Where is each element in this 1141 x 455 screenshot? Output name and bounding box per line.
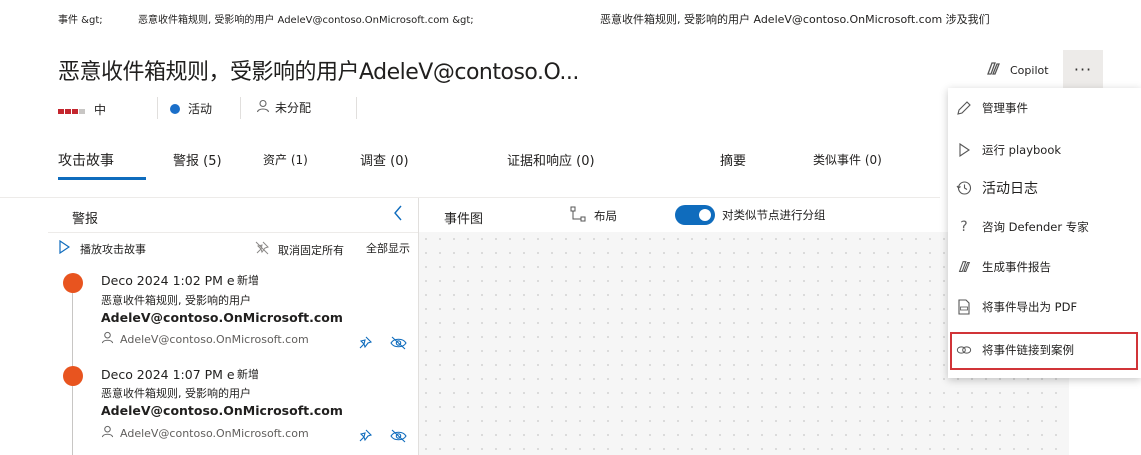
chevron-left-icon: [392, 205, 404, 226]
unpin-all-button[interactable]: 取消固定所有: [254, 240, 344, 259]
tab-similar-incidents[interactable]: 类似事件 (0): [813, 151, 882, 168]
group-similar-label: 对类似节点进行分组: [722, 208, 826, 222]
alert-severity-dot: [63, 366, 83, 386]
tab-evidence-response[interactable]: 证据和响应 (0): [507, 150, 595, 169]
hide-alert-button[interactable]: [390, 428, 407, 448]
more-icon: ···: [1073, 59, 1093, 79]
menu-item-activity-log[interactable]: 活动日志: [956, 178, 1038, 198]
play-attack-story-button[interactable]: 播放攻击故事: [58, 239, 146, 257]
pin-alert-button[interactable]: [357, 428, 373, 448]
copilot-icon: [956, 259, 972, 275]
severity-bars-icon: [58, 103, 86, 117]
group-similar-toggle[interactable]: 对类似节点进行分组: [675, 205, 826, 225]
tab-summary[interactable]: 摘要: [720, 150, 746, 169]
status-dot-icon: [170, 103, 180, 114]
page-title: 恶意收件箱规则，受影响的用户AdeleV@contoso.O...: [58, 60, 579, 85]
copilot-icon: [984, 60, 1002, 81]
divider: [356, 97, 357, 119]
copilot-label: Copilot: [1010, 64, 1049, 77]
active-tab-underline: [58, 177, 146, 180]
layout-button[interactable]: 布局: [570, 206, 617, 225]
tab-assets[interactable]: 资产 (1): [263, 151, 308, 168]
assigned-label: 未分配: [275, 101, 312, 115]
pin-icon: [357, 336, 373, 355]
menu-item-ask-defender-experts[interactable]: ? 咨询 Defender 专家: [956, 219, 1089, 235]
status-indicator[interactable]: 活动: [170, 100, 212, 117]
more-actions-button[interactable]: ···: [1063, 50, 1103, 88]
alert-user-label: AdeleV@contoso.OnMicrosoft.com: [120, 426, 309, 440]
severity-indicator: 中: [58, 101, 106, 118]
play-icon: [58, 239, 71, 257]
tab-alerts[interactable]: 警报 (5): [173, 150, 222, 169]
divider: [240, 97, 241, 119]
tab-investigations[interactable]: 调查 (0): [360, 150, 409, 169]
highlight-box: [950, 332, 1138, 370]
alert-user-label: AdeleV@contoso.OnMicrosoft.com: [120, 332, 309, 346]
menu-item-label: 运行 playbook: [982, 143, 1062, 157]
question-icon: ?: [960, 219, 968, 235]
status-label: 活动: [188, 102, 213, 116]
alerts-panel-title: 警报: [72, 212, 99, 227]
show-all-button[interactable]: 全部显示: [366, 240, 410, 256]
severity-label: 中: [94, 103, 107, 117]
copilot-button[interactable]: Copilot: [984, 60, 1049, 81]
collapse-panel-button[interactable]: [392, 204, 404, 226]
play-icon: [956, 142, 972, 158]
menu-item-label: 咨询 Defender 专家: [982, 220, 1089, 234]
breadcrumb-incidents[interactable]: 事件 &gt;: [58, 11, 103, 26]
alert-user: AdeleV@contoso.OnMicrosoft.com: [101, 425, 309, 441]
unpin-icon: [254, 240, 270, 259]
alert-title[interactable]: 恶意收件箱规则, 受影响的用户: [101, 385, 251, 401]
alert-time: Deco 2024 1:07 PM e: [101, 367, 235, 382]
layout-label: 布局: [594, 208, 617, 223]
eye-off-icon: [390, 429, 407, 448]
alert-severity-dot: [63, 273, 83, 293]
alert-status: 新增: [237, 368, 259, 381]
alert-subject[interactable]: AdeleV@contoso.OnMicrosoft.com: [101, 310, 343, 325]
alert-time: Deco 2024 1:02 PM e: [101, 273, 235, 288]
alert-subject[interactable]: AdeleV@contoso.OnMicrosoft.com: [101, 403, 343, 418]
tab-attack-story[interactable]: 攻击故事: [58, 150, 114, 170]
breadcrumb-incident[interactable]: 恶意收件箱规则, 受影响的用户 AdeleV@contoso.OnMicroso…: [138, 11, 474, 26]
menu-item-manage-incident[interactable]: 管理事件: [956, 100, 1028, 116]
pencil-icon: [956, 100, 972, 116]
hide-alert-button[interactable]: [390, 335, 407, 355]
graph-title: 事件图: [444, 212, 484, 227]
menu-item-export-pdf[interactable]: 将事件导出为 PDF: [956, 299, 1077, 315]
divider: [157, 97, 158, 119]
alert-title[interactable]: 恶意收件箱规则, 受影响的用户: [101, 292, 251, 308]
pin-icon: [357, 429, 373, 448]
alert-user: AdeleV@contoso.OnMicrosoft.com: [101, 331, 309, 347]
toggle-switch[interactable]: [675, 205, 715, 225]
layout-icon: [570, 206, 586, 225]
divider: [48, 232, 418, 233]
panel-divider: [418, 198, 419, 455]
menu-item-run-playbook[interactable]: 运行 playbook: [956, 142, 1061, 158]
assigned-indicator[interactable]: 未分配: [256, 99, 311, 116]
person-icon: [101, 331, 114, 347]
menu-item-generate-report[interactable]: 生成事件报告: [956, 259, 1051, 275]
menu-item-label: 管理事件: [982, 101, 1028, 115]
person-icon: [101, 425, 114, 441]
menu-item-label: 生成事件报告: [982, 260, 1051, 274]
alert-status: 新增: [237, 274, 259, 287]
unpin-all-label: 取消固定所有: [278, 243, 344, 257]
eye-off-icon: [390, 336, 407, 355]
menu-item-label: 将事件导出为 PDF: [982, 300, 1078, 314]
menu-item-label: 活动日志: [982, 181, 1038, 197]
history-icon: [956, 180, 972, 196]
pin-alert-button[interactable]: [357, 335, 373, 355]
pdf-icon: [956, 299, 972, 315]
person-icon: [256, 99, 270, 116]
breadcrumb-current: 恶意收件箱规则, 受影响的用户 AdeleV@contoso.OnMicroso…: [600, 13, 990, 26]
play-attack-story-label: 播放攻击故事: [80, 242, 146, 256]
